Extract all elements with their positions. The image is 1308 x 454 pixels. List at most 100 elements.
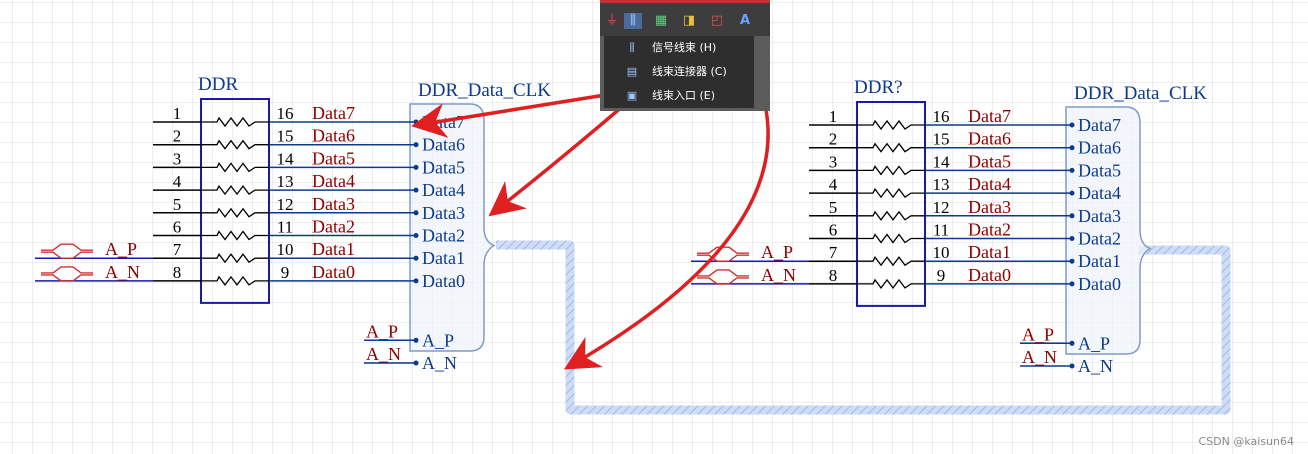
harness-entry-point[interactable] — [1069, 145, 1075, 151]
signal-harness-icon[interactable]: ⫼ — [624, 13, 642, 29]
harness-entry-label: A_N — [1078, 356, 1113, 376]
net-label[interactable]: A_P — [1022, 324, 1054, 344]
harness-entry-point[interactable] — [1069, 122, 1075, 128]
net-label[interactable]: Data4 — [968, 174, 1011, 194]
net-label[interactable]: Data0 — [312, 262, 355, 282]
harness-entry-label: Data6 — [1078, 138, 1121, 158]
port-label: A_P — [105, 239, 137, 259]
harness-entry-point[interactable] — [413, 142, 419, 148]
harness-connector-icon: ▤ — [626, 65, 638, 78]
pin-number: 7 — [173, 240, 182, 259]
port-icon[interactable]: ◰ — [708, 13, 726, 29]
pin-number: 4 — [173, 172, 182, 191]
pin-number: 14 — [277, 149, 295, 168]
pin-number: 16 — [933, 107, 950, 126]
harness-entry-point[interactable] — [413, 233, 419, 238]
harness-connector-title: DDR_Data_CLK — [1074, 83, 1207, 104]
net-label[interactable]: Data2 — [968, 220, 1011, 240]
pin-number: 5 — [829, 198, 838, 217]
signal-harness-icon: ⫼ — [629, 41, 635, 54]
pin-number: 9 — [937, 266, 946, 285]
harness-entry-point[interactable] — [1069, 363, 1075, 369]
pin-number: 13 — [933, 175, 950, 194]
net-label[interactable]: Data7 — [968, 106, 1011, 126]
harness-entry-label: Data1 — [422, 248, 465, 268]
net-label[interactable]: Data2 — [312, 217, 355, 237]
harness-entry-point[interactable] — [413, 210, 419, 216]
pin-number: 8 — [173, 263, 182, 282]
pin-number: 16 — [277, 104, 294, 123]
pin-number: 4 — [829, 175, 838, 194]
net-label[interactable]: A_P — [366, 321, 398, 341]
harness-entry-point[interactable] — [1069, 213, 1075, 219]
net-label[interactable]: Data4 — [312, 171, 355, 191]
harness-entry-point[interactable] — [1069, 167, 1075, 173]
pin-number: 9 — [281, 263, 290, 282]
harness-entry-point[interactable] — [1069, 340, 1075, 346]
pin-number: 15 — [277, 127, 294, 146]
harness-entry-label: Data3 — [1078, 206, 1121, 226]
harness-entry-label: Data4 — [1078, 183, 1121, 203]
pin-number: 5 — [173, 195, 182, 214]
net-label[interactable]: Data5 — [968, 151, 1011, 171]
component-designator: DDR — [198, 74, 238, 95]
harness-entry-point[interactable] — [413, 337, 419, 343]
pin-number: 10 — [277, 240, 294, 259]
port-label: A_N — [105, 262, 140, 282]
menu-item-signal-harness[interactable]: ⫼ 信号线束 (H) — [604, 36, 754, 60]
harness-entry-label: A_P — [1078, 333, 1110, 353]
harness-entry-label: Data2 — [1078, 229, 1121, 249]
pin-number: 6 — [829, 221, 838, 240]
harness-entry-point[interactable] — [1069, 258, 1075, 264]
ground-icon[interactable]: ⏚ — [603, 13, 621, 29]
pin-number: 13 — [277, 172, 294, 191]
pin-number: 1 — [173, 104, 182, 123]
net-label[interactable]: Data3 — [312, 194, 355, 214]
harness-entry-point[interactable] — [1069, 190, 1075, 196]
pin-number: 8 — [829, 266, 838, 285]
net-label[interactable]: Data6 — [968, 129, 1011, 149]
harness-connector-icon[interactable]: ▦ — [652, 13, 670, 29]
net-label[interactable]: Data0 — [968, 265, 1011, 285]
net-label[interactable]: Data5 — [312, 148, 355, 168]
harness-entry-point[interactable] — [413, 164, 419, 170]
net-label[interactable]: Data7 — [312, 103, 355, 123]
net-label[interactable]: A_N — [1022, 347, 1057, 367]
pin-number: 12 — [277, 195, 294, 214]
harness-entry-point[interactable] — [413, 119, 419, 125]
harness-entry-label: Data0 — [422, 271, 465, 291]
pin-number: 12 — [933, 198, 950, 217]
pin-number: 3 — [173, 149, 182, 168]
pin-number: 11 — [933, 221, 949, 240]
harness-entry-label: A_N — [422, 353, 457, 373]
harness-entry-label: Data4 — [422, 180, 465, 200]
pin-number: 2 — [829, 130, 838, 149]
harness-entry-label: Data2 — [422, 226, 465, 246]
harness-entry-label: Data6 — [422, 135, 465, 155]
harness-entry-label: Data5 — [422, 157, 465, 177]
net-label[interactable]: Data1 — [312, 239, 355, 259]
harness-entry-point[interactable] — [1069, 236, 1075, 241]
harness-dropdown-menu: ⫼ 信号线束 (H) ▤ 线束连接器 (C) ▣ 线束入口 (E) — [604, 36, 754, 108]
harness-entry-point[interactable] — [413, 278, 419, 284]
harness-entry-label: Data1 — [1078, 251, 1121, 271]
net-label[interactable]: Data6 — [312, 126, 355, 146]
menu-item-harness-connector[interactable]: ▤ 线束连接器 (C) — [604, 60, 754, 84]
harness-entry-point[interactable] — [413, 360, 419, 366]
pin-number: 2 — [173, 127, 182, 146]
menu-item-harness-entry[interactable]: ▣ 线束入口 (E) — [604, 84, 754, 108]
harness-entry-label: Data7 — [1078, 115, 1121, 135]
harness-entry-point[interactable] — [1069, 281, 1075, 287]
text-icon[interactable]: A — [736, 13, 754, 29]
harness-entry-label: Data0 — [1078, 274, 1121, 294]
port-label: A_N — [761, 265, 796, 285]
pin-number: 11 — [277, 218, 293, 237]
net-label-icon[interactable]: ◨ — [680, 13, 698, 29]
net-label[interactable]: Data1 — [968, 242, 1011, 262]
pin-number: 10 — [933, 243, 950, 262]
harness-entry-point[interactable] — [413, 255, 419, 261]
harness-entry-point[interactable] — [413, 187, 419, 193]
net-label[interactable]: A_N — [366, 344, 401, 364]
harness-entry-label: A_P — [422, 330, 454, 350]
net-label[interactable]: Data3 — [968, 197, 1011, 217]
